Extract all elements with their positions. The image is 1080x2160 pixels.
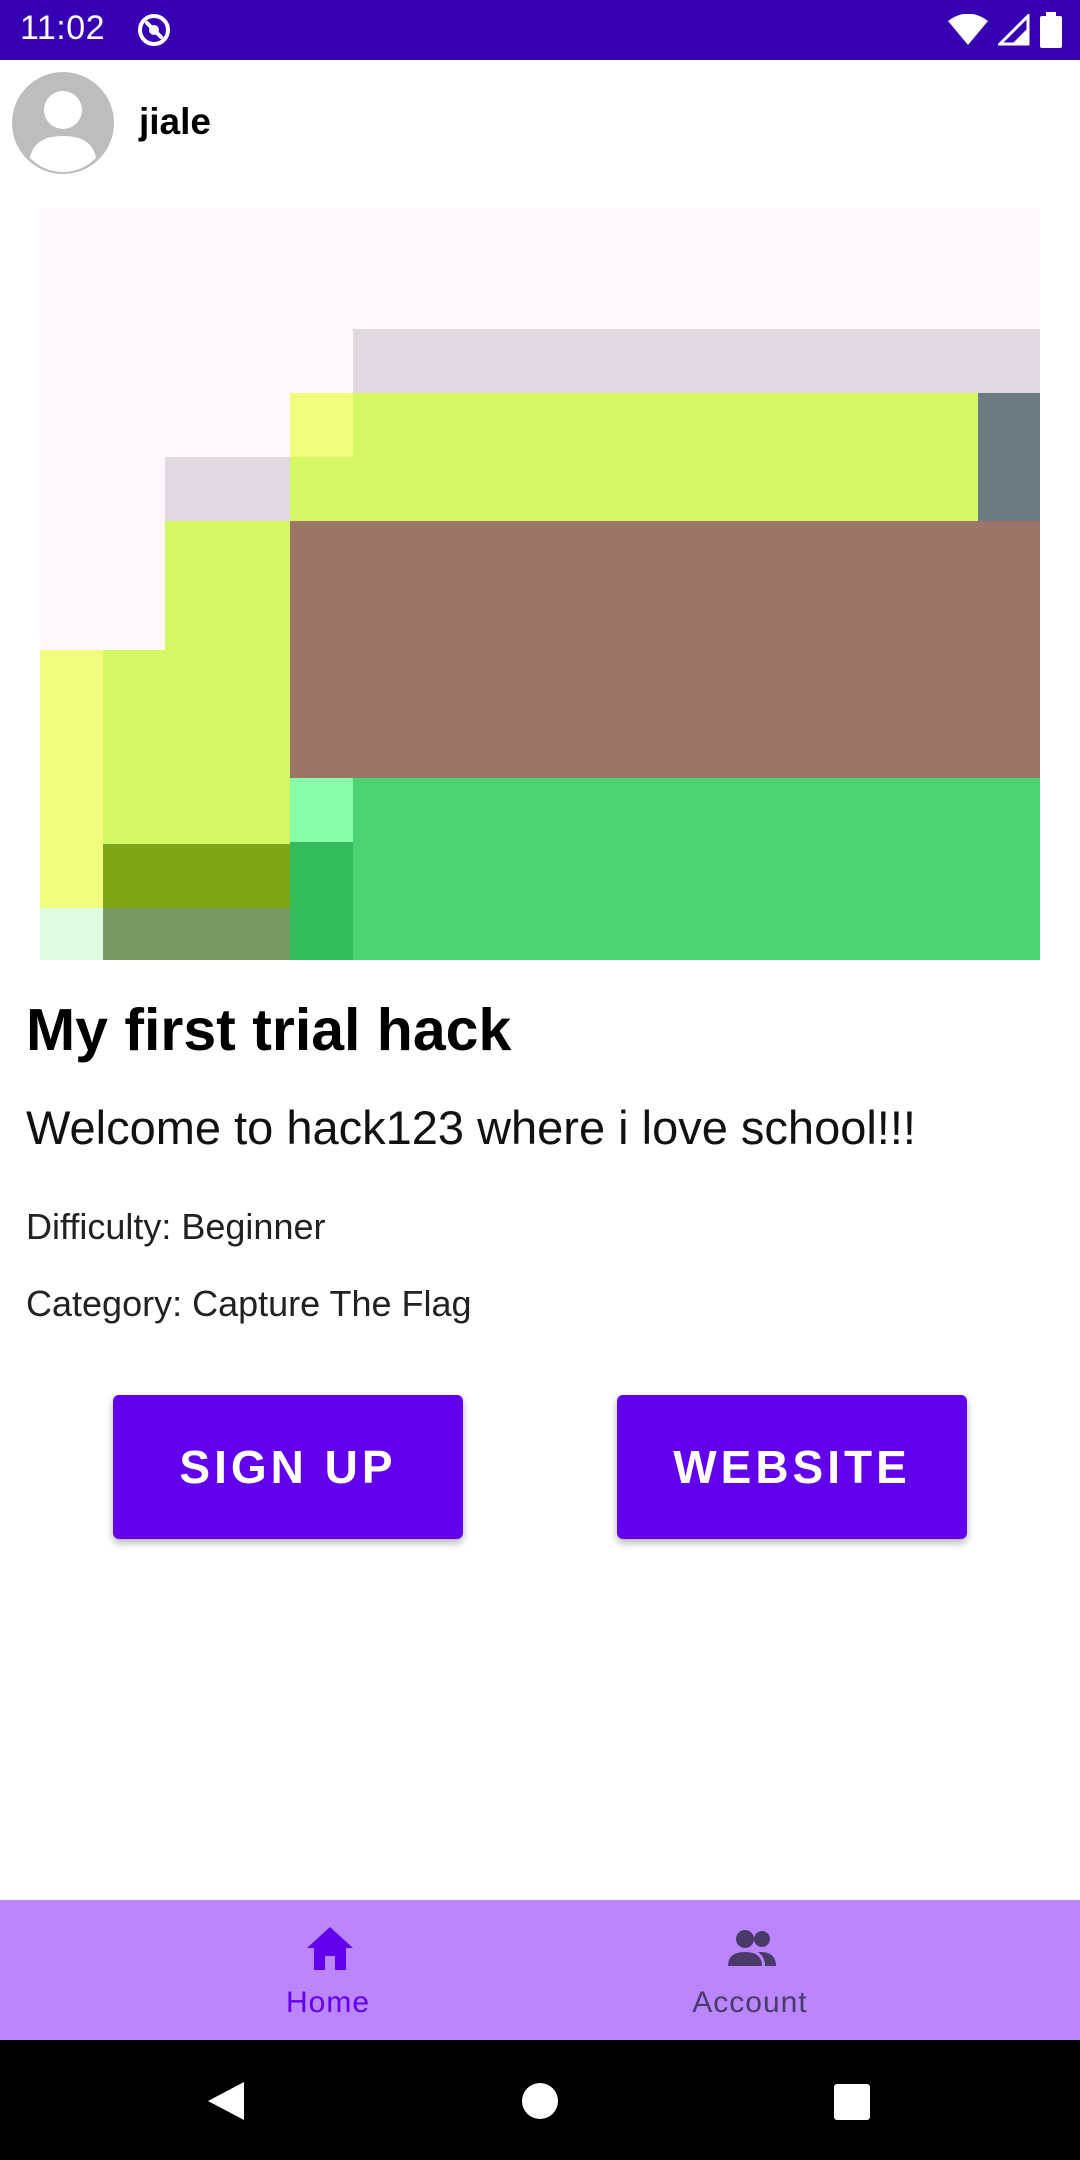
- website-button[interactable]: WEBSITE: [617, 1395, 967, 1539]
- hack-description: Welcome to hack123 where i love school!!…: [26, 1101, 916, 1154]
- bottom-navigation: Home Account: [0, 1900, 1080, 2040]
- back-icon[interactable]: [200, 2076, 250, 2126]
- wifi-icon: [948, 14, 988, 45]
- battery-icon: [1040, 12, 1062, 48]
- recents-icon[interactable]: [826, 2076, 876, 2126]
- nav-item-home[interactable]: Home: [178, 1900, 478, 2040]
- hack-banner-image: [40, 208, 1040, 960]
- app-notification-icon: [138, 14, 170, 46]
- status-bar: 11:02: [0, 0, 1080, 60]
- sign-up-button[interactable]: SIGN UP: [113, 1395, 463, 1539]
- hack-title: My first trial hack: [26, 997, 512, 1063]
- hack-difficulty: Difficulty: Beginner: [26, 1206, 326, 1247]
- home-icon: [307, 1927, 353, 1970]
- home-circle-icon[interactable]: [515, 2076, 565, 2126]
- status-time: 11:02: [20, 9, 106, 47]
- people-icon: [728, 1930, 776, 1966]
- system-navigation-bar: [0, 2040, 1080, 2160]
- username: jiale: [139, 101, 211, 142]
- nav-label-account: Account: [692, 1986, 808, 2019]
- status-icons: [948, 10, 1062, 50]
- signal-icon: [998, 14, 1030, 46]
- person-avatar-icon[interactable]: [12, 72, 114, 174]
- nav-item-account[interactable]: Account: [600, 1900, 900, 2040]
- nav-label-home: Home: [285, 1986, 371, 2019]
- hack-category: Category: Capture The Flag: [26, 1283, 472, 1324]
